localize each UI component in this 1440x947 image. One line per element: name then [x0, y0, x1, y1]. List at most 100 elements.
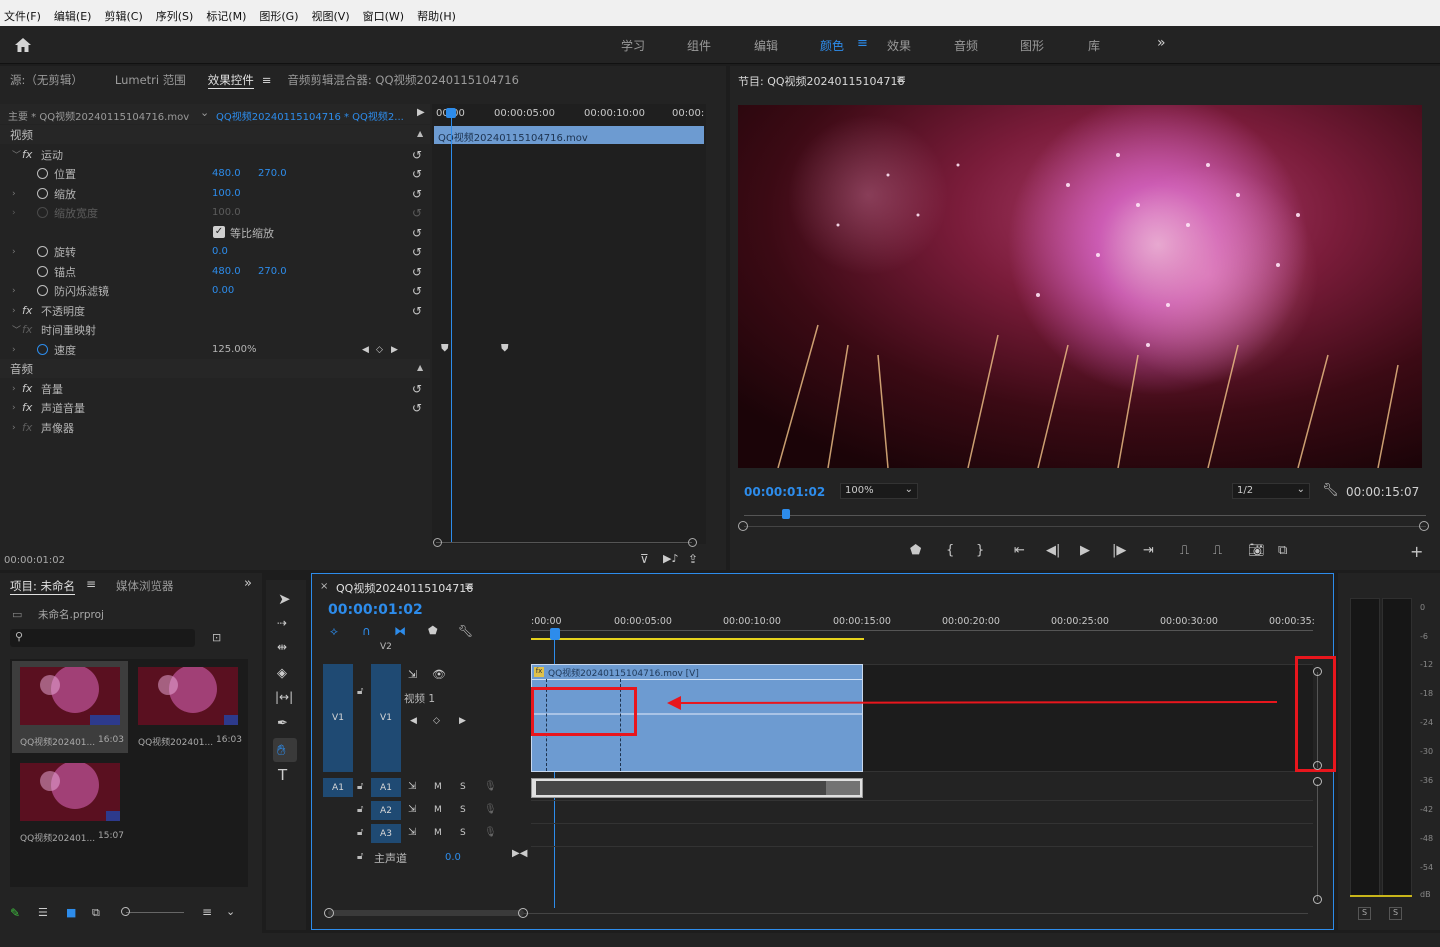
mark-out-icon[interactable]: }	[976, 543, 984, 558]
stopwatch-icon[interactable]	[37, 285, 48, 296]
collapse-up-icon[interactable]: ▲	[417, 363, 423, 372]
uniform-scale-checkbox[interactable]: ✓	[213, 226, 225, 238]
mute-button[interactable]: M	[434, 782, 442, 792]
hand-tool-icon[interactable]: ✋︎	[277, 741, 286, 759]
mute-button[interactable]: M	[434, 805, 442, 815]
sync-lock-icon[interactable]: ⇲	[408, 804, 416, 815]
zoom-slider-handle[interactable]	[121, 907, 130, 916]
wrench-icon[interactable]: 🔧︎	[458, 624, 473, 638]
next-keyframe-icon[interactable]: ▶	[391, 345, 398, 355]
program-timecode[interactable]: 00:00:01:02	[744, 485, 825, 499]
expand-right-icon[interactable]: ▶	[417, 107, 425, 118]
go-to-out-icon[interactable]: ⇥	[1143, 543, 1154, 558]
tab-media-browser[interactable]: 媒体浏览器	[116, 578, 174, 594]
scroll-handle-right[interactable]	[688, 538, 697, 547]
effect-volume[interactable]: › fx 音量 ↺	[8, 379, 428, 398]
track-target-v1[interactable]: V1	[371, 664, 401, 772]
menu-marker[interactable]: 标记(M)	[206, 8, 246, 24]
track-target-a2[interactable]: A2	[371, 801, 401, 820]
eye-icon[interactable]: 👁︎	[432, 668, 446, 681]
mark-in-icon[interactable]: {	[946, 543, 954, 558]
zoom-slider[interactable]	[126, 912, 184, 913]
clip-thumbnail[interactable]	[20, 763, 120, 821]
scroll-handle-right[interactable]	[518, 908, 528, 918]
timeline-ruler[interactable]: :00:00 00:00:05:00 00:00:10:00 00:00:15:…	[531, 610, 1315, 640]
chevron-down-icon[interactable]: ⌄	[200, 106, 209, 119]
speed-value[interactable]: 125.00%	[212, 344, 257, 355]
scroll-handle-right[interactable]	[1419, 521, 1429, 531]
master-volume-value[interactable]: 0.0	[445, 852, 461, 863]
compare-view-icon[interactable]: ⧉	[1278, 543, 1287, 558]
menu-edit[interactable]: 编辑(E)	[54, 8, 92, 24]
freeform-view-icon[interactable]: ⧉	[92, 906, 100, 920]
panel-menu-icon[interactable]: ≡	[464, 579, 474, 593]
reset-icon[interactable]: ↺	[412, 265, 422, 279]
next-keyframe-icon[interactable]: ▶	[459, 716, 466, 726]
anchor-x-value[interactable]: 480.0	[212, 266, 241, 277]
workspace-assembly[interactable]: 组件	[687, 37, 711, 54]
lock-icon[interactable]: 🔓︎	[357, 827, 363, 838]
program-scrollbar[interactable]	[744, 526, 1426, 527]
ec-clip-bar[interactable]: QQ视频20240115104716.mov	[434, 126, 704, 144]
position-y-value[interactable]: 270.0	[258, 168, 287, 179]
reset-icon[interactable]: ↺	[412, 304, 422, 318]
chevron-down-icon[interactable]: ⌄	[226, 905, 235, 918]
sequence-clip-label[interactable]: QQ视频20240115104716 * QQ视频2...	[216, 108, 404, 123]
list-view-icon[interactable]: ☰	[38, 906, 48, 919]
add-marker-icon[interactable]: ⬟	[428, 624, 438, 637]
effect-time-remap[interactable]: ﹀ fx 时间重映射	[8, 320, 428, 339]
lock-icon[interactable]: 🔓︎	[357, 781, 363, 792]
icon-view-icon[interactable]: ■	[66, 906, 76, 919]
extract-icon[interactable]: ⎍	[1213, 543, 1222, 558]
sync-lock-icon[interactable]: ⇲	[408, 781, 416, 792]
new-bin-icon[interactable]: ⊡	[212, 631, 221, 644]
menu-graphics[interactable]: 图形(G)	[259, 8, 298, 24]
zoom-select[interactable]: 100% ⌄	[840, 483, 918, 499]
program-title[interactable]: 节目: QQ视频20240115104716	[738, 73, 905, 89]
panel-menu-icon[interactable]: ≡	[896, 72, 906, 86]
tab-source[interactable]: 源:（无剪辑）	[10, 72, 83, 88]
lock-icon[interactable]: 🔓︎	[357, 686, 363, 697]
stopwatch-icon[interactable]	[37, 266, 48, 277]
timeline-playhead-handle[interactable]	[550, 628, 560, 640]
tab-lumetri[interactable]: Lumetri 范围	[115, 72, 186, 88]
microphone-icon[interactable]: 🎙︎	[484, 781, 497, 792]
linked-selection-icon[interactable]: ⧓	[394, 624, 406, 638]
reset-icon[interactable]: ↺	[412, 187, 422, 201]
pen-tool-icon[interactable]: ✒	[277, 716, 288, 731]
clip-thumbnail[interactable]	[20, 667, 120, 725]
more-workspaces-icon[interactable]: »	[1157, 35, 1166, 51]
panel-menu-icon[interactable]: ≡	[86, 577, 96, 591]
keyframe-icon[interactable]: ⛊	[501, 343, 509, 354]
param-position[interactable]: 位置 480.0 270.0 ↺	[8, 164, 428, 183]
effect-motion[interactable]: ﹀ fx 运动 ↺	[8, 145, 428, 164]
workspace-graphics[interactable]: 图形	[1020, 37, 1044, 54]
scroll-handle-left[interactable]	[324, 908, 334, 918]
add-marker-icon[interactable]: ⬟	[910, 543, 921, 558]
solo-button[interactable]: S	[460, 805, 466, 815]
reset-icon[interactable]: ↺	[412, 226, 422, 240]
rotation-value[interactable]: 0.0	[212, 246, 228, 257]
wrench-icon[interactable]: 🔧︎	[1322, 483, 1339, 498]
menu-file[interactable]: 文件(F)	[4, 8, 41, 24]
play-icon[interactable]: ▶	[1080, 543, 1090, 558]
camera-icon[interactable]: 📷︎	[1248, 543, 1265, 558]
menu-window[interactable]: 窗口(W)	[363, 8, 404, 24]
reset-icon[interactable]: ↺	[412, 284, 422, 298]
timeline-timecode[interactable]: 00:00:01:02	[328, 602, 423, 618]
source-patch-a1[interactable]: A1	[323, 778, 353, 797]
solo-button[interactable]: S	[460, 782, 466, 792]
source-patch-v1[interactable]: V1	[323, 664, 353, 772]
program-playhead[interactable]	[782, 509, 790, 519]
ec-playhead-handle[interactable]	[446, 108, 456, 118]
workspace-editing[interactable]: 编辑	[754, 37, 778, 54]
reset-icon[interactable]: ↺	[412, 148, 422, 162]
lock-icon[interactable]: 🔓︎	[357, 804, 363, 815]
go-to-in-icon[interactable]: ⇤	[1014, 543, 1025, 558]
nest-icon[interactable]: ⟡	[330, 624, 338, 639]
lock-icon[interactable]: 🔓︎	[357, 851, 363, 862]
track-target-a3[interactable]: A3	[371, 824, 401, 843]
collapse-up-icon[interactable]: ▲	[417, 129, 423, 138]
reset-icon[interactable]: ↺	[412, 401, 422, 415]
sync-lock-icon[interactable]: ⇲	[408, 827, 416, 838]
